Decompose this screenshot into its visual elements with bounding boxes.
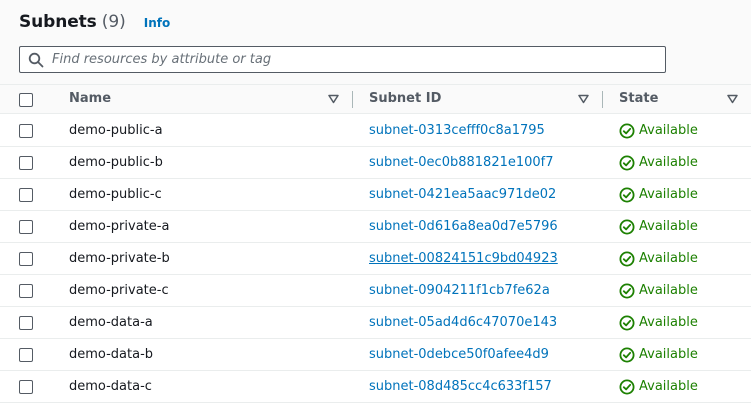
subnet-id-link[interactable]: subnet-0904211f1cb7fe62a: [369, 275, 550, 306]
subnet-state: Available: [639, 251, 698, 266]
subnet-id-link[interactable]: subnet-05ad4d6c47070e143: [369, 307, 557, 338]
page-title: Subnets: [19, 12, 97, 32]
subnet-name: demo-public-c: [69, 187, 162, 202]
search-icon: [28, 52, 44, 68]
subnet-state: Available: [639, 123, 698, 138]
table-row[interactable]: demo-public-c subnet-0421ea5aac971de02 A…: [0, 179, 751, 211]
table-row[interactable]: demo-data-c subnet-08d485cc4c633f157 Ava…: [0, 371, 751, 403]
subnet-name: demo-data-c: [69, 379, 152, 394]
status-success-icon: [619, 123, 635, 139]
table-header: Name Subnet ID State: [0, 84, 751, 114]
subnet-name: demo-private-b: [69, 251, 170, 266]
subnet-state: Available: [639, 219, 698, 234]
row-checkbox[interactable]: [19, 316, 33, 330]
status-success-icon: [619, 347, 635, 363]
subnet-name: demo-public-a: [69, 123, 163, 138]
subnet-name: demo-data-b: [69, 347, 154, 362]
subnet-id-link[interactable]: subnet-0ec0b881821e100f7: [369, 147, 554, 178]
subnet-state: Available: [639, 187, 698, 202]
row-checkbox[interactable]: [19, 284, 33, 298]
subnet-name: demo-private-c: [69, 283, 169, 298]
subnet-id-link[interactable]: subnet-0421ea5aac971de02: [369, 179, 556, 210]
row-checkbox[interactable]: [19, 188, 33, 202]
row-checkbox[interactable]: [19, 348, 33, 362]
title-row: Subnets (9) Info: [19, 12, 170, 36]
table-row[interactable]: demo-private-c subnet-0904211f1cb7fe62a …: [0, 275, 751, 307]
subnet-state: Available: [639, 379, 698, 394]
subnet-state: Available: [639, 283, 698, 298]
status-success-icon: [619, 251, 635, 267]
table-body: demo-public-a subnet-0313cefff0c8a1795 A…: [0, 115, 751, 403]
panel-header: Subnets (9) Info: [0, 0, 751, 84]
table-row[interactable]: demo-public-b subnet-0ec0b881821e100f7 A…: [0, 147, 751, 179]
search-input[interactable]: [52, 47, 652, 72]
select-all-checkbox[interactable]: [19, 93, 33, 107]
row-checkbox[interactable]: [19, 156, 33, 170]
search-box[interactable]: [19, 46, 666, 73]
status-success-icon: [619, 283, 635, 299]
sort-subnet-id-caret-down-icon[interactable]: [578, 94, 589, 104]
resource-count: (9): [101, 12, 126, 32]
subnet-name: demo-private-a: [69, 219, 170, 234]
row-checkbox[interactable]: [19, 252, 33, 266]
column-resizer[interactable]: [602, 91, 603, 108]
row-checkbox[interactable]: [19, 380, 33, 394]
status-success-icon: [619, 187, 635, 203]
column-resizer[interactable]: [352, 91, 353, 108]
sort-state-caret-down-icon[interactable]: [727, 94, 738, 104]
column-header-name[interactable]: Name: [69, 85, 111, 113]
subnet-name: demo-data-a: [69, 315, 153, 330]
column-header-subnet-id[interactable]: Subnet ID: [369, 85, 441, 113]
status-success-icon: [619, 315, 635, 331]
info-link[interactable]: Info: [144, 16, 170, 30]
subnet-id-link[interactable]: subnet-0d616a8ea0d7e5796: [369, 211, 558, 242]
subnet-id-link[interactable]: subnet-00824151c9bd04923: [369, 243, 558, 274]
sort-name-caret-down-icon[interactable]: [328, 94, 339, 104]
table-row[interactable]: demo-private-a subnet-0d616a8ea0d7e5796 …: [0, 211, 751, 243]
subnet-id-link[interactable]: subnet-08d485cc4c633f157: [369, 371, 552, 402]
subnet-state: Available: [639, 155, 698, 170]
subnet-state: Available: [639, 347, 698, 362]
row-checkbox[interactable]: [19, 220, 33, 234]
table-row[interactable]: demo-private-b subnet-00824151c9bd04923 …: [0, 243, 751, 275]
row-checkbox[interactable]: [19, 124, 33, 138]
status-success-icon: [619, 155, 635, 171]
subnet-id-link[interactable]: subnet-0debce50f0afee4d9: [369, 339, 549, 370]
table-row[interactable]: demo-data-a subnet-05ad4d6c47070e143 Ava…: [0, 307, 751, 339]
status-success-icon: [619, 379, 635, 395]
subnet-state: Available: [639, 315, 698, 330]
status-success-icon: [619, 219, 635, 235]
subnet-id-link[interactable]: subnet-0313cefff0c8a1795: [369, 115, 545, 146]
subnet-name: demo-public-b: [69, 155, 163, 170]
table-row[interactable]: demo-data-b subnet-0debce50f0afee4d9 Ava…: [0, 339, 751, 371]
column-header-state[interactable]: State: [619, 85, 658, 113]
table-row[interactable]: demo-public-a subnet-0313cefff0c8a1795 A…: [0, 115, 751, 147]
